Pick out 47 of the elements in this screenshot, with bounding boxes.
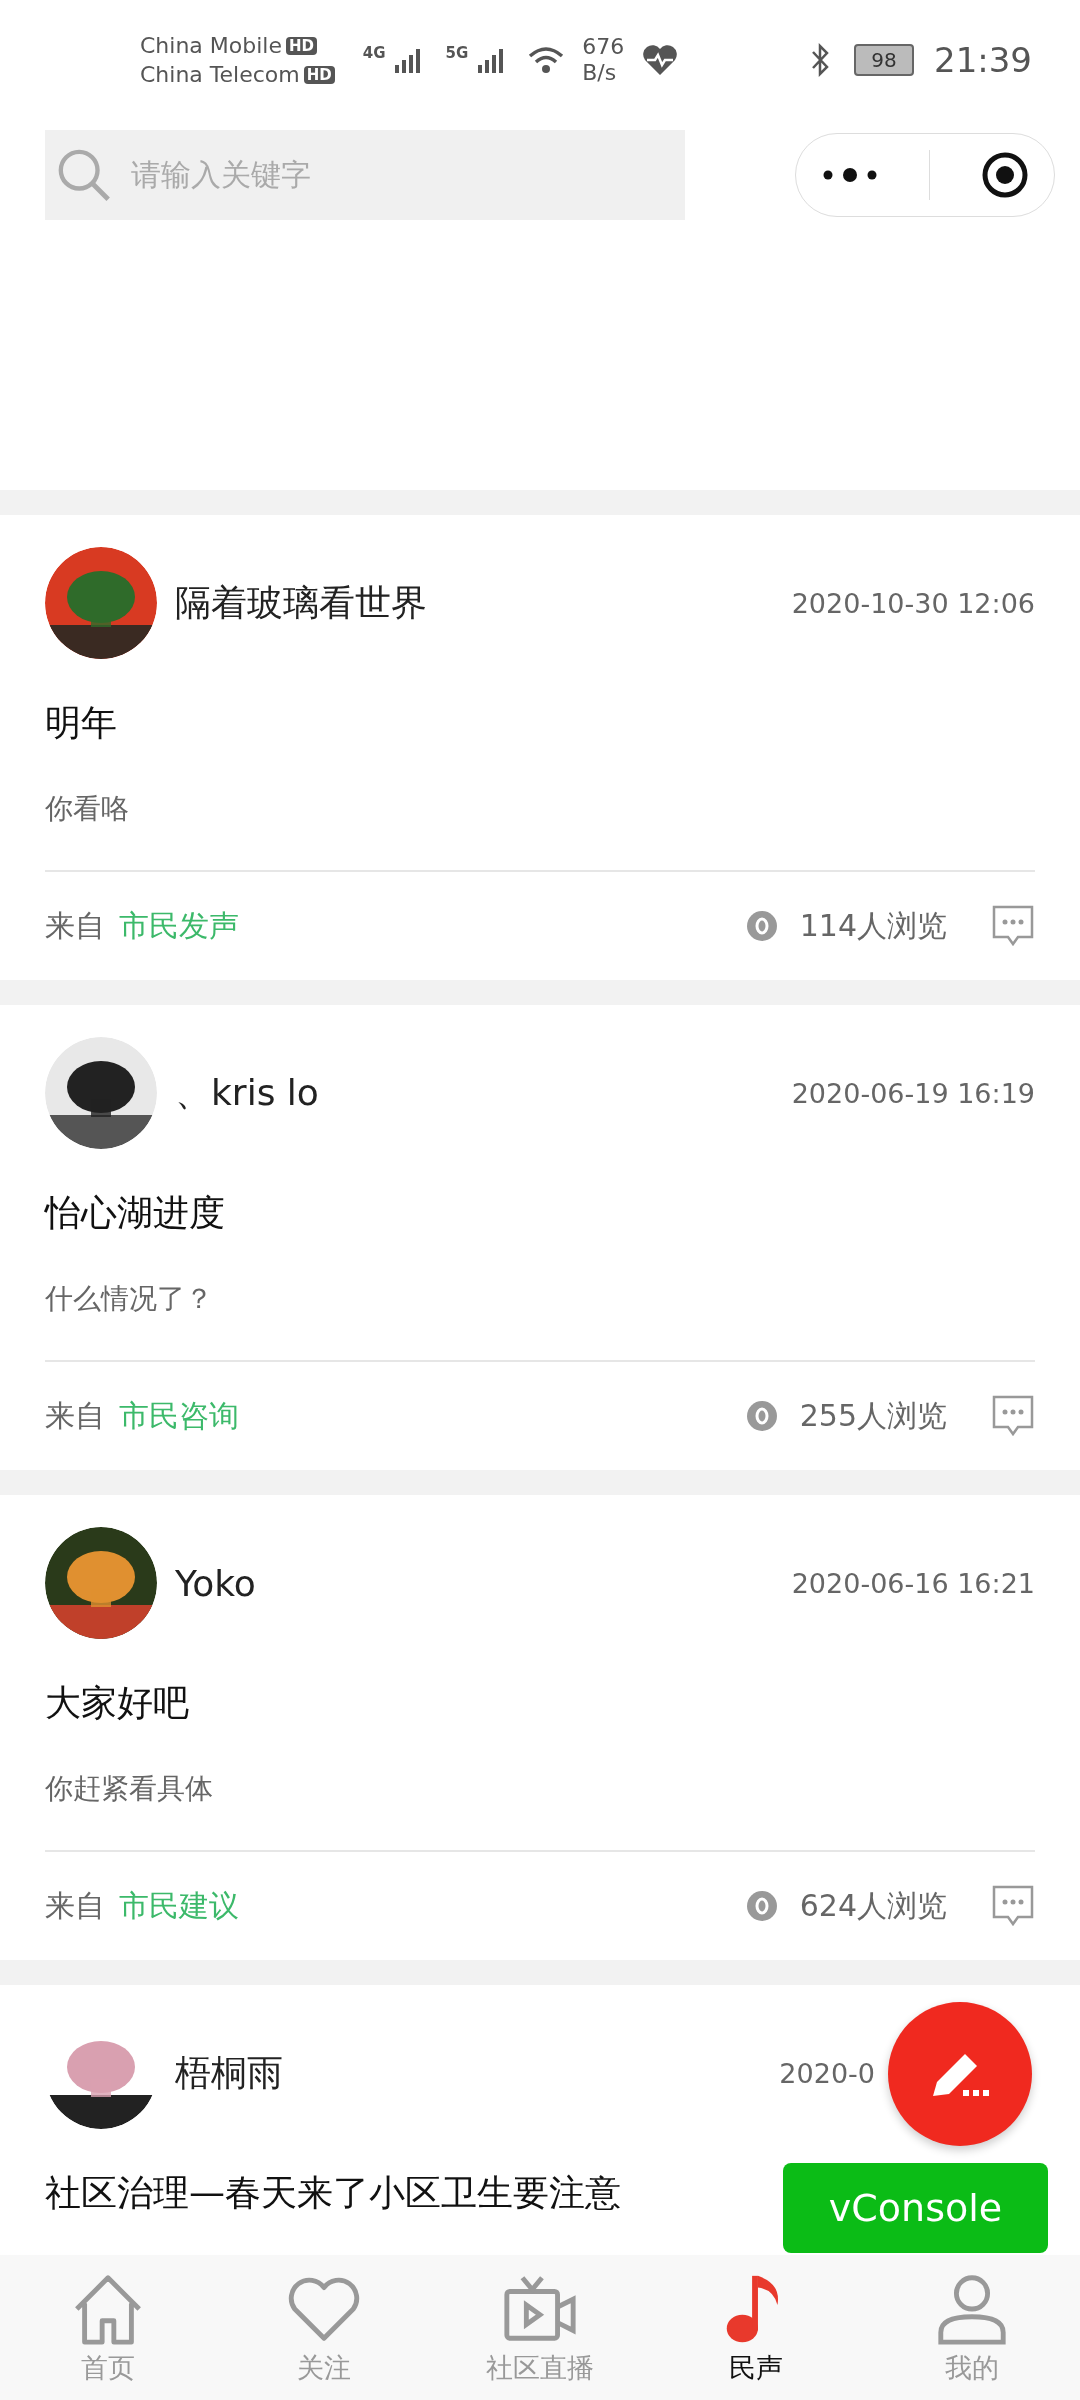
more-icon[interactable] bbox=[821, 167, 878, 183]
author-name[interactable]: 、kris lo bbox=[175, 1068, 319, 1118]
eye-icon bbox=[745, 1400, 778, 1432]
search-field[interactable]: 请输入关键字 bbox=[45, 130, 685, 220]
carrier-name: China Telecom bbox=[140, 62, 300, 87]
view-count: 114人浏览 bbox=[799, 906, 947, 945]
source-label: 来自 bbox=[45, 906, 105, 945]
source-label: 来自 bbox=[45, 1886, 105, 1925]
clock-time: 21:39 bbox=[934, 40, 1032, 80]
post-title: 明年 bbox=[45, 701, 117, 745]
network-type: 5G bbox=[445, 44, 469, 62]
speed-unit: B/s bbox=[582, 60, 618, 86]
hd-badge: HD bbox=[303, 65, 335, 84]
network-type: 4G bbox=[362, 44, 386, 62]
post-card[interactable]: 隔着玻璃看世界 2020-10-30 12:06 明年 你看咯 来自 市民发声 114人浏览 bbox=[0, 515, 1080, 980]
carrier-name: China Mobile bbox=[140, 33, 282, 58]
battery-icon: 98 bbox=[854, 44, 914, 76]
author-name[interactable]: Yoko bbox=[175, 1562, 256, 1604]
post-card[interactable]: Yoko 2020-06-16 16:21 大家好吧 你赶紧看具体 来自 市民建议 624人浏览 bbox=[0, 1495, 1080, 1960]
bluetooth-icon bbox=[810, 43, 830, 77]
post-card[interactable]: 、kris lo 2020-06-19 16:19 怡心湖进度 什么情况了？ 来自 市民咨询 255人浏览 bbox=[0, 1005, 1080, 1470]
post-body: 你看咯 bbox=[45, 790, 1035, 872]
tab-item[interactable]: 民声 bbox=[648, 2255, 864, 2400]
eye-icon bbox=[745, 1890, 778, 1922]
post-time: 2020-06-19 16:19 bbox=[791, 1077, 1035, 1109]
post-time: 2020-10-30 12:06 bbox=[791, 587, 1035, 619]
post-time: 2020-0 bbox=[779, 2057, 875, 2089]
post-title: 怡心湖进度 bbox=[45, 1191, 225, 1235]
post-title: 社区治理—春天来了小区卫生要注意 bbox=[45, 2171, 621, 2215]
view-count: 624人浏览 bbox=[799, 1886, 947, 1925]
post-body: 你赶紧看具体 bbox=[45, 1770, 1035, 1852]
source-label: 来自 bbox=[45, 1396, 105, 1435]
search-input[interactable]: 请输入关键字 bbox=[129, 157, 675, 193]
author-name[interactable]: 隔着玻璃看世界 bbox=[175, 578, 427, 628]
author-name[interactable]: 梧桐雨 bbox=[175, 2048, 283, 2098]
comment-icon[interactable] bbox=[991, 1884, 1035, 1928]
eye-icon bbox=[745, 910, 778, 942]
wifi-icon bbox=[528, 46, 565, 74]
heart-rate-icon bbox=[642, 44, 679, 76]
comment-icon[interactable] bbox=[991, 1394, 1035, 1438]
hd-badge: HD bbox=[286, 36, 318, 55]
post-title: 大家好吧 bbox=[45, 1681, 189, 1725]
comment-icon[interactable] bbox=[991, 904, 1035, 948]
post-body: 什么情况了？ bbox=[45, 1280, 1035, 1362]
post-time: 2020-06-16 16:21 bbox=[791, 1567, 1035, 1599]
view-count: 255人浏览 bbox=[799, 1396, 947, 1435]
speed-value: 676 bbox=[582, 34, 625, 60]
